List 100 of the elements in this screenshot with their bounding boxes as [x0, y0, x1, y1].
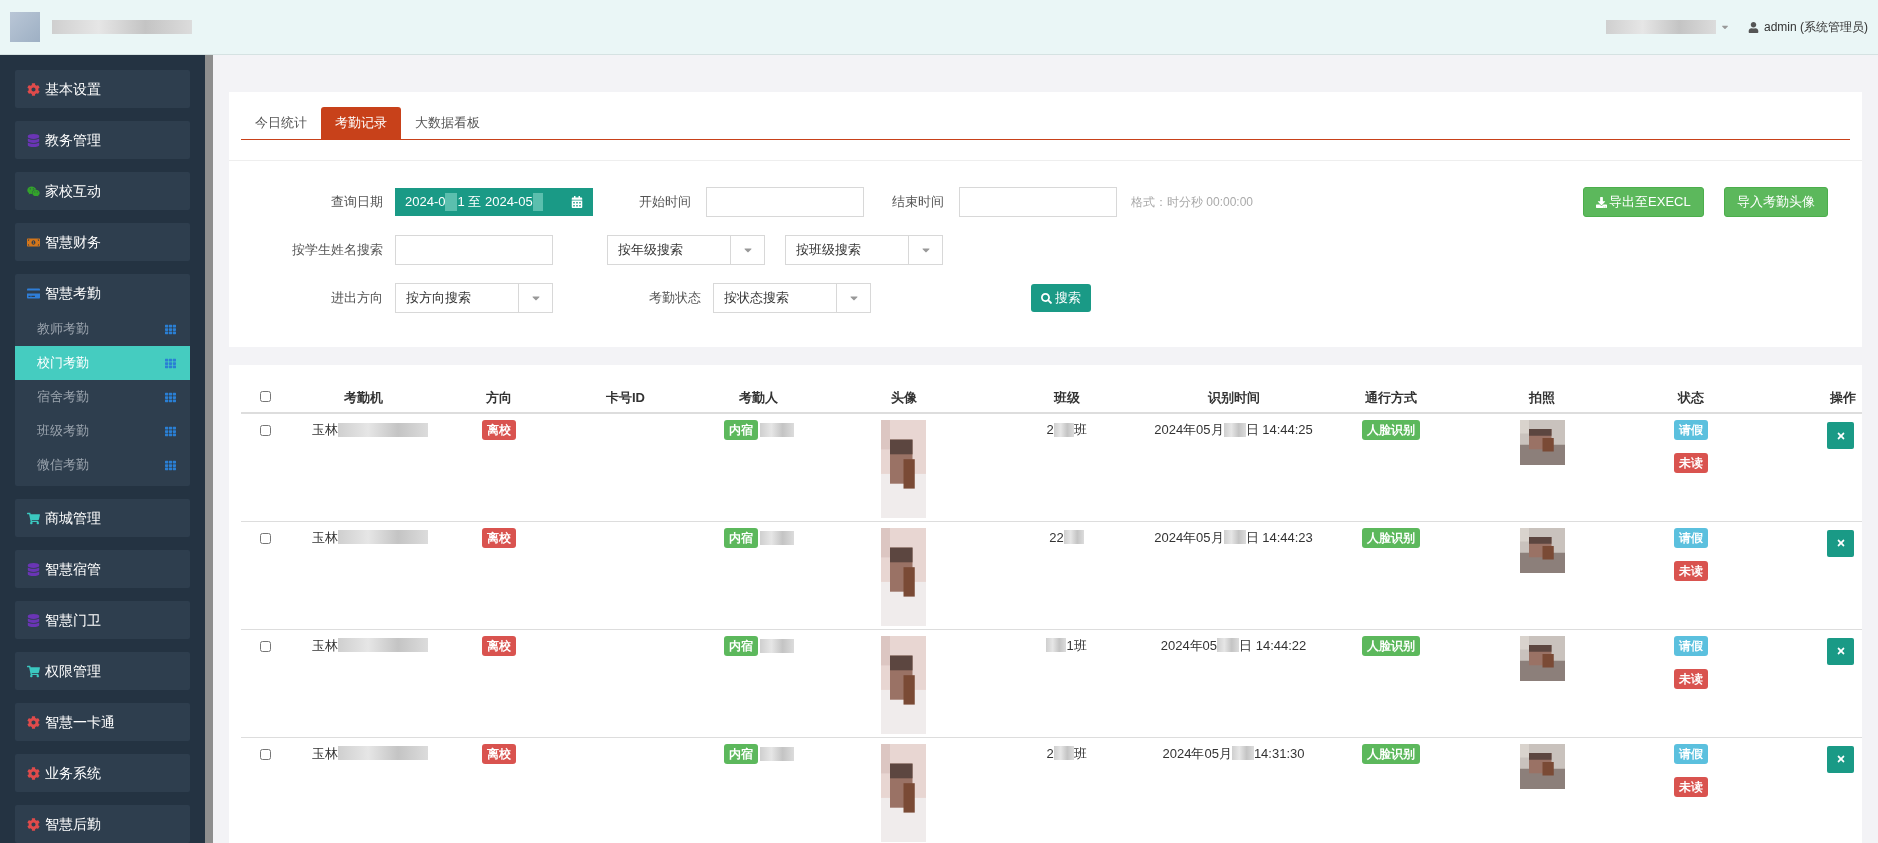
status-badge: 未读: [1674, 668, 1708, 689]
user-menu[interactable]: admin (系统管理员): [1748, 18, 1868, 36]
submenu-item[interactable]: 教师考勤: [15, 312, 190, 346]
submenu-item[interactable]: 微信考勤: [15, 448, 190, 482]
select-field[interactable]: 按班级搜索: [785, 235, 943, 265]
cell-text: 2: [1046, 421, 1054, 439]
grid-icon: [165, 357, 176, 369]
method-badge: 人脸识别: [1362, 635, 1420, 656]
select-all-checkbox[interactable]: [259, 390, 271, 402]
cell-text: 1班: [1066, 636, 1087, 655]
field-label: 查询日期: [330, 193, 383, 212]
blurred-text: [1231, 746, 1254, 761]
cart-icon: [27, 511, 40, 525]
row-checkbox[interactable]: [259, 640, 271, 652]
boarding-badge: 内宿: [723, 527, 758, 548]
tab[interactable]: 今日统计: [241, 107, 321, 139]
menu-item[interactable]: 业务系统: [15, 754, 190, 792]
gear-icon: [27, 766, 40, 780]
gear-icon: [27, 817, 40, 831]
grid-icon: [165, 323, 176, 335]
direction-badge: 离校: [482, 420, 516, 440]
column-header: 操作: [1830, 389, 1856, 405]
card-icon: [27, 286, 40, 300]
input-field[interactable]: [959, 187, 1117, 217]
delete-button[interactable]: [1827, 529, 1854, 557]
menu-item[interactable]: 教务管理: [15, 121, 190, 159]
grid-icon: [165, 391, 176, 403]
field-label: 开始时间: [638, 193, 691, 212]
tab[interactable]: 大数据看板: [401, 107, 494, 139]
menu-item[interactable]: 智慧财务: [15, 223, 190, 261]
column-header: 卡号ID: [606, 389, 645, 405]
blurred-text: [759, 423, 794, 437]
row-checkbox[interactable]: [259, 748, 271, 760]
grid-icon: [165, 425, 176, 437]
input-field[interactable]: [395, 235, 553, 265]
blurred-text: [1217, 638, 1240, 653]
database-icon: [27, 562, 40, 576]
delete-button[interactable]: [1827, 745, 1854, 773]
column-header: 通行方式: [1365, 389, 1417, 405]
chat-icon: [27, 184, 40, 198]
row-checkbox[interactable]: [259, 532, 271, 544]
column-header: 方向: [486, 389, 512, 405]
menu-item[interactable]: 智慧一卡通: [15, 703, 190, 741]
column-header: 状态: [1678, 389, 1704, 405]
submenu-item[interactable]: 宿舍考勤: [15, 380, 190, 414]
menu-item[interactable]: 智慧宿管: [15, 550, 190, 588]
method-badge: 人脸识别: [1362, 420, 1420, 440]
cell-text: 玉林: [312, 636, 338, 655]
cell-text: 2024年05月: [1154, 421, 1224, 439]
logo-icon: [10, 12, 40, 42]
delete-button[interactable]: [1827, 422, 1854, 449]
menu-item[interactable]: 智慧门卫: [15, 601, 190, 639]
menu-item[interactable]: 智慧后勤: [15, 805, 190, 843]
menu-item[interactable]: 商城管理: [15, 499, 190, 537]
blurred-text: [1223, 530, 1246, 545]
direction-badge: 离校: [482, 635, 516, 656]
row-checkbox[interactable]: [259, 425, 271, 436]
gear-icon: [27, 715, 40, 729]
menu-item[interactable]: 智慧考勤: [15, 274, 190, 312]
blurred-text: [759, 530, 794, 545]
status-badge: 未读: [1674, 453, 1708, 473]
column-header: 识别时间: [1207, 389, 1260, 405]
boarding-badge: 内宿: [723, 420, 758, 440]
tab[interactable]: 考勤记录: [321, 107, 401, 139]
column-header: 考勤机: [343, 389, 383, 405]
cell-text: 玉林: [312, 421, 338, 439]
method-badge: 人脸识别: [1362, 527, 1420, 548]
direction-badge: 离校: [482, 743, 516, 764]
gear-icon: [27, 82, 40, 96]
blurred-text: [759, 746, 794, 761]
column-header: 头像: [890, 389, 917, 405]
cell-text: 2: [1046, 744, 1054, 763]
select-field[interactable]: 按方向搜索: [395, 283, 553, 313]
cell-text: 玉林: [312, 528, 338, 547]
menu-item[interactable]: 基本设置: [15, 70, 190, 108]
select-field[interactable]: 按状态搜索: [713, 283, 871, 313]
select-field[interactable]: 按年级搜索: [607, 235, 765, 265]
cell-text: 班: [1073, 744, 1087, 763]
status-badge: 请假: [1674, 635, 1708, 656]
column-header: 班级: [1053, 389, 1080, 405]
blurred-text: [759, 638, 794, 653]
menu-item[interactable]: 权限管理: [15, 652, 190, 690]
field-label: 考勤状态: [648, 289, 701, 308]
status-badge: 未读: [1674, 560, 1708, 581]
field-label: 结束时间: [891, 193, 944, 212]
cell-text: 2024年05月: [1162, 744, 1232, 763]
submenu-item[interactable]: 班级考勤: [15, 414, 190, 448]
delete-button[interactable]: [1827, 637, 1854, 665]
cell-text: 22: [1049, 528, 1064, 547]
close-icon: [1835, 538, 1846, 548]
cell-text: 班: [1073, 421, 1087, 439]
download-icon: [1596, 196, 1608, 208]
method-badge: 人脸识别: [1362, 743, 1420, 764]
cell-text: 2024年05: [1160, 636, 1218, 655]
cell-text: 日 14:44:22: [1239, 636, 1307, 655]
cell-text: 日 14:44:25: [1245, 421, 1313, 439]
input-field[interactable]: [706, 187, 864, 217]
close-icon: [1835, 646, 1846, 656]
menu-item[interactable]: 家校互动: [15, 172, 190, 210]
blurred-text: [1053, 746, 1074, 761]
